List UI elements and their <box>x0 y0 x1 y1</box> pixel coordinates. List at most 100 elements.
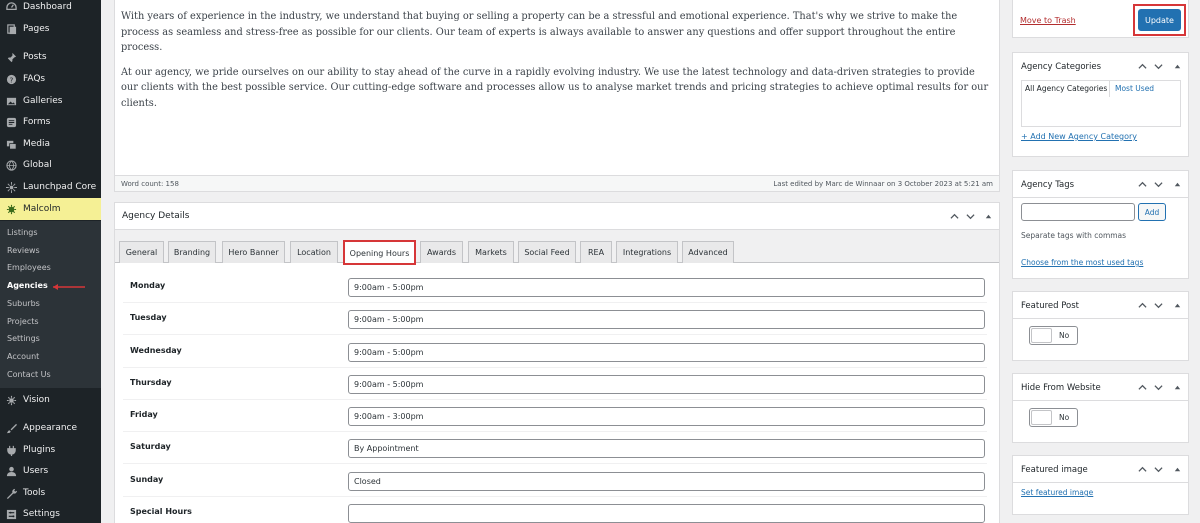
menu-item-global[interactable]: Global <box>0 154 101 176</box>
category-tabs: All Agency Categories Most Used <box>1021 80 1181 127</box>
menu-item-dashboard[interactable]: Dashboard <box>0 0 101 18</box>
featured-post-toggle[interactable]: No <box>1029 326 1078 345</box>
tab-hero-banner[interactable]: Hero Banner <box>222 241 285 263</box>
tab-general[interactable]: General <box>119 241 164 263</box>
tab-branding[interactable]: Branding <box>168 241 216 263</box>
submenu-reviews[interactable]: Reviews <box>7 244 40 257</box>
set-featured-image-link[interactable]: Set featured image <box>1021 488 1093 497</box>
tab-markets[interactable]: Markets <box>468 241 514 263</box>
menu-item-settings[interactable]: Settings <box>0 503 101 523</box>
content-editor[interactable]: With years of experience in the industry… <box>114 0 1000 192</box>
hours-row-sunday: Sunday Closed <box>123 465 987 497</box>
menu-item-galleries[interactable]: Galleries <box>0 90 101 112</box>
move-down-icon[interactable] <box>1151 59 1165 73</box>
collapse-icon[interactable] <box>1170 462 1184 476</box>
collapse-icon[interactable] <box>1170 177 1184 191</box>
menu-item-tools[interactable]: Tools <box>0 482 101 504</box>
tuesday-hours-input[interactable]: 9:00am - 5:00pm <box>348 310 985 329</box>
move-up-icon[interactable] <box>947 209 961 223</box>
tab-awards[interactable]: Awards <box>420 241 463 263</box>
saturday-hours-input[interactable]: By Appointment <box>348 439 985 458</box>
menu-item-users[interactable]: Users <box>0 460 101 482</box>
menu-label: Forms <box>23 117 51 127</box>
thursday-hours-input[interactable]: 9:00am - 5:00pm <box>348 375 985 394</box>
add-category-link[interactable]: + Add New Agency Category <box>1021 132 1137 141</box>
move-up-icon[interactable] <box>1135 462 1149 476</box>
submenu-employees[interactable]: Employees <box>7 261 51 274</box>
move-down-icon[interactable] <box>1151 462 1165 476</box>
tab-opening-hours[interactable]: Opening Hours <box>343 240 416 265</box>
submenu-account[interactable]: Account <box>7 350 39 363</box>
box-title: Featured Post <box>1021 301 1080 311</box>
move-up-icon[interactable] <box>1135 380 1149 394</box>
menu-item-posts[interactable]: Posts <box>0 46 101 68</box>
divider <box>1013 482 1188 483</box>
move-down-icon[interactable] <box>1151 380 1165 394</box>
submenu-agencies[interactable]: Agencies <box>7 279 48 292</box>
menu-label: Plugins <box>23 445 56 455</box>
move-up-icon[interactable] <box>1135 59 1149 73</box>
move-down-icon[interactable] <box>1151 298 1165 312</box>
plug-icon <box>5 444 17 456</box>
hours-row-saturday: Saturday By Appointment <box>123 432 987 464</box>
move-up-icon[interactable] <box>1135 298 1149 312</box>
tab-rea[interactable]: REA <box>580 241 612 263</box>
wednesday-hours-input[interactable]: 9:00am - 5:00pm <box>348 343 985 362</box>
tab-social-feed[interactable]: Social Feed <box>518 241 576 263</box>
submenu-projects[interactable]: Projects <box>7 315 39 328</box>
submenu-suburbs[interactable]: Suburbs <box>7 297 40 310</box>
agency-categories-box: Agency Categories All Agency Categories … <box>1012 52 1189 157</box>
update-button[interactable]: Update <box>1138 9 1181 31</box>
submenu-settings[interactable]: Settings <box>7 332 40 345</box>
tag-input[interactable] <box>1021 203 1135 221</box>
tab-all-categories[interactable]: All Agency Categories <box>1022 81 1110 97</box>
metabox-header: Agency Details <box>115 203 999 230</box>
menu-item-media[interactable]: Media <box>0 133 101 155</box>
user-icon <box>5 465 17 477</box>
friday-hours-input[interactable]: 9:00am - 3:00pm <box>348 407 985 426</box>
menu-item-faqs[interactable]: ? FAQs <box>0 68 101 90</box>
collapse-icon[interactable] <box>1170 298 1184 312</box>
collapse-icon[interactable] <box>981 209 995 223</box>
collapse-icon[interactable] <box>1170 380 1184 394</box>
tab-most-used[interactable]: Most Used <box>1115 81 1154 97</box>
menu-label: Media <box>23 139 51 149</box>
launchpad-icon <box>5 181 17 193</box>
toggle-label: No <box>1059 413 1070 422</box>
tab-location[interactable]: Location <box>290 241 338 263</box>
menu-item-forms[interactable]: Forms <box>0 111 101 133</box>
word-count: Word count: 158 <box>121 180 179 188</box>
monday-hours-input[interactable]: 9:00am - 5:00pm <box>348 278 985 297</box>
submenu-contact-us[interactable]: Contact Us <box>7 368 51 381</box>
move-up-icon[interactable] <box>1135 177 1149 191</box>
move-to-trash-link[interactable]: Move to Trash <box>1020 16 1076 25</box>
choose-tags-link[interactable]: Choose from the most used tags <box>1021 258 1143 267</box>
tab-integrations[interactable]: Integrations <box>616 241 678 263</box>
sunday-hours-input[interactable]: Closed <box>348 472 985 491</box>
collapse-icon[interactable] <box>1170 59 1184 73</box>
menu-item-launchpad-core[interactable]: Launchpad Core <box>0 176 101 198</box>
globe-icon <box>5 159 17 171</box>
tab-advanced[interactable]: Advanced <box>682 241 734 263</box>
move-down-icon[interactable] <box>1151 177 1165 191</box>
malcolm-submenu: Listings Reviews Employees Agencies Subu… <box>0 221 101 388</box>
featured-post-box: Featured Post No <box>1012 291 1189 361</box>
day-label: Friday <box>130 410 158 419</box>
day-label: Monday <box>130 281 166 290</box>
pin-icon <box>5 51 17 63</box>
menu-item-appearance[interactable]: Appearance <box>0 417 101 439</box>
submenu-listings[interactable]: Listings <box>7 226 38 239</box>
menu-label: Global <box>23 160 52 170</box>
day-label: Special Hours <box>130 507 192 516</box>
special-hours-input[interactable] <box>348 504 985 523</box>
menu-item-malcolm[interactable]: Malcolm <box>0 198 101 220</box>
hide-from-website-toggle[interactable]: No <box>1029 408 1078 427</box>
menu-item-vision[interactable]: Vision <box>0 389 101 411</box>
menu-item-plugins[interactable]: Plugins <box>0 439 101 461</box>
agency-tabs: General Branding Hero Banner Location Op… <box>115 230 999 265</box>
editor-content[interactable]: With years of experience in the industry… <box>121 9 991 120</box>
menu-item-pages[interactable]: Pages <box>0 18 101 40</box>
menu-label: Vision <box>23 395 50 405</box>
move-down-icon[interactable] <box>963 209 977 223</box>
add-tag-button[interactable]: Add <box>1138 203 1166 221</box>
